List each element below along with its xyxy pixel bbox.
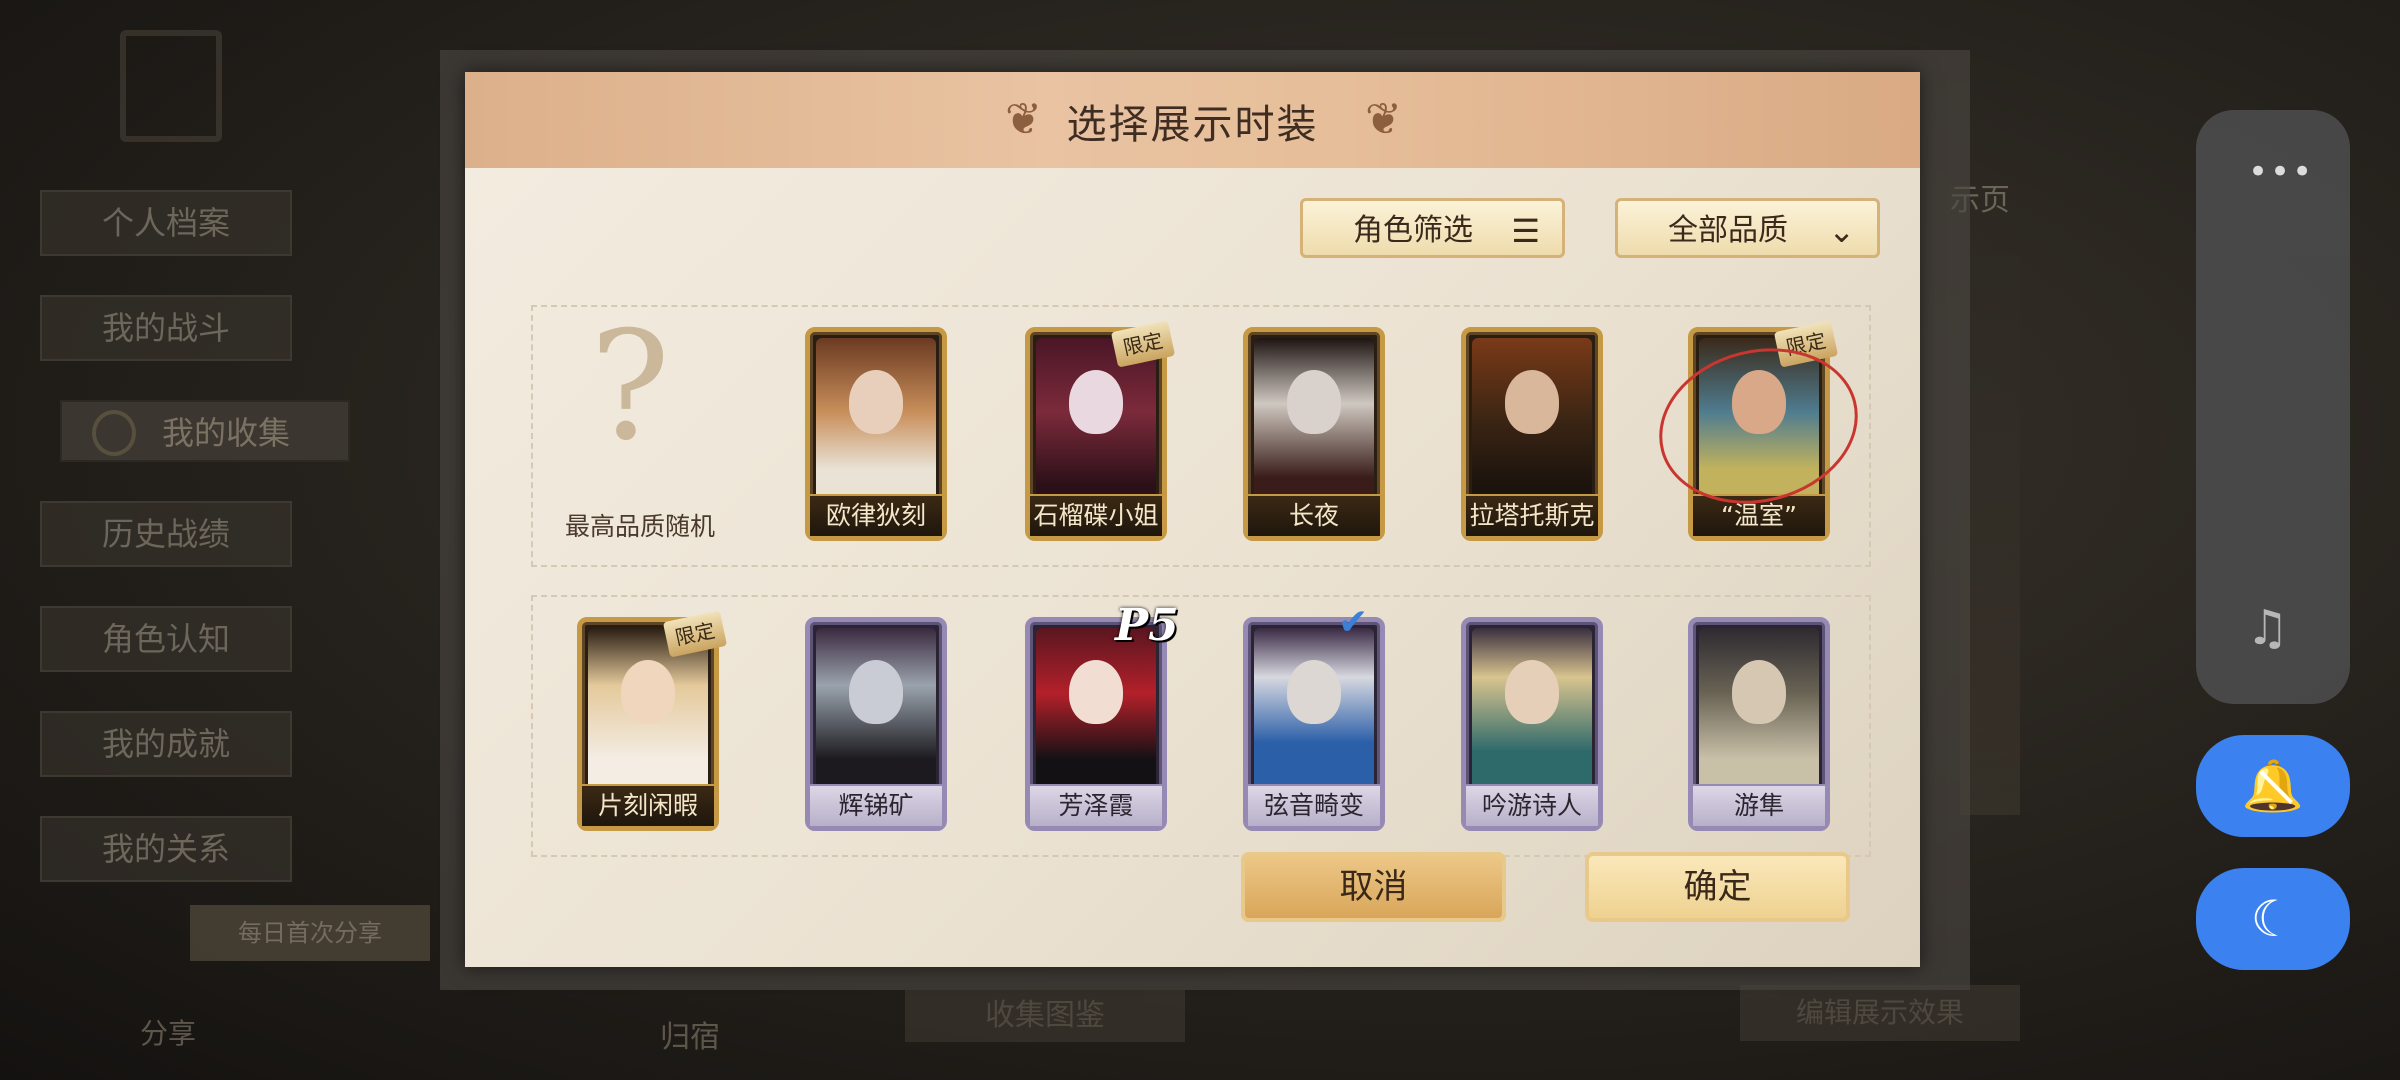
outfit-name: 拉塔托斯克: [1466, 494, 1598, 536]
side-item-role-cognition[interactable]: 角色认知: [40, 606, 292, 672]
outfit-card[interactable]: 游隼: [1688, 617, 1830, 831]
character-face: [1287, 660, 1341, 724]
outfit-name: 吟游诗人: [1466, 784, 1598, 826]
quality-dropdown-label: 全部品质: [1668, 213, 1788, 248]
collection-atlas-button[interactable]: 收集图鉴: [905, 990, 1185, 1042]
side-item-profile[interactable]: 个人档案: [40, 190, 292, 256]
moon-icon: ☾: [2250, 890, 2296, 948]
character-face: [1505, 660, 1559, 724]
character-face: [1069, 370, 1123, 434]
quality-dropdown[interactable]: 全部品质 ⌄: [1615, 198, 1880, 258]
confirm-button[interactable]: 确定: [1585, 852, 1850, 922]
character-face: [1287, 370, 1341, 434]
side-item-collection-label: 我的收集: [162, 414, 291, 452]
side-item-relations[interactable]: 我的关系: [40, 816, 292, 882]
list-icon: ☰: [1511, 212, 1540, 250]
limited-badge: 限定: [1110, 320, 1176, 368]
back-icon[interactable]: [120, 30, 222, 142]
question-mark-icon[interactable]: ?: [570, 312, 690, 462]
side-item-history[interactable]: 历史战绩: [40, 501, 292, 567]
outfit-name: 欧律狄刻: [810, 494, 942, 536]
chevron-down-icon: ⌄: [1828, 212, 1855, 250]
dialog-header: ❦ 选择展示时装 ❦: [465, 72, 1920, 168]
side-menu: 个人档案 我的战斗 我的收集 历史战绩 角色认知 我的成就 我的关系: [40, 190, 350, 921]
character-face: [849, 660, 903, 724]
outfit-name: 弦音畸变: [1248, 784, 1380, 826]
outfit-card[interactable]: 欧律狄刻: [805, 327, 947, 541]
character-face: [621, 660, 675, 724]
outfit-card[interactable]: 石榴碟小姐 限定: [1025, 320, 1176, 541]
character-face: [849, 370, 903, 434]
character-face: [1069, 660, 1123, 724]
outfit-card[interactable]: 片刻闲暇 限定: [577, 610, 728, 831]
outfit-name: 芳泽霞: [1030, 784, 1162, 826]
outfit-card[interactable]: 弦音畸变: [1243, 617, 1385, 831]
side-item-battle[interactable]: 我的战斗: [40, 295, 292, 361]
outfit-name: 片刻闲暇: [582, 784, 714, 826]
role-filter-label: 角色筛选: [1353, 213, 1473, 248]
outfit-name: 辉锑矿: [810, 784, 942, 826]
outfit-card[interactable]: 长夜: [1243, 327, 1385, 541]
select-outfit-dialog: ❦ 选择展示时装 ❦ 角色筛选 ☰ 全部品质 ⌄ ? 最高品质随机 欧律狄刻 石…: [465, 72, 1920, 967]
persona5-logo: P5: [1115, 600, 1179, 651]
night-mode-button[interactable]: ☾: [2196, 868, 2350, 970]
music-off-icon[interactable]: ♫: [2246, 600, 2289, 656]
limited-badge: 限定: [662, 610, 728, 658]
daily-share-banner[interactable]: 每日首次分享: [190, 905, 430, 961]
side-item-achievement[interactable]: 我的成就: [40, 711, 292, 777]
shield-icon: [92, 410, 136, 456]
outfit-row-2: [531, 595, 1871, 857]
outfit-card[interactable]: 辉锑矿: [805, 617, 947, 831]
cancel-button[interactable]: 取消: [1241, 852, 1506, 922]
character-face: [1732, 660, 1786, 724]
home-label[interactable]: 归宿: [660, 1012, 720, 1056]
outfit-name: 游隼: [1693, 784, 1825, 826]
dialog-title: 选择展示时装: [1066, 102, 1319, 148]
outfit-name: 石榴碟小姐: [1030, 494, 1162, 536]
check-icon: ✔: [1338, 602, 1369, 643]
role-filter-button[interactable]: 角色筛选 ☰: [1300, 198, 1565, 258]
character-face: [1505, 370, 1559, 434]
random-quality-label[interactable]: 最高品质随机: [565, 507, 775, 543]
edit-display-button[interactable]: 编辑展示效果: [1740, 985, 2020, 1041]
more-icon[interactable]: •••: [2248, 152, 2314, 192]
laurel-right-icon: ❦: [1365, 94, 1402, 145]
outfit-card[interactable]: 拉塔托斯克: [1461, 327, 1603, 541]
share-label[interactable]: 分享: [140, 1012, 196, 1052]
side-item-collection[interactable]: 我的收集: [60, 400, 350, 462]
outfit-name: 长夜: [1248, 494, 1380, 536]
outfit-card[interactable]: 吟游诗人: [1461, 617, 1603, 831]
floating-panel: ••• ♫: [2196, 110, 2350, 704]
mute-notification-button[interactable]: 🔔: [2196, 735, 2350, 837]
